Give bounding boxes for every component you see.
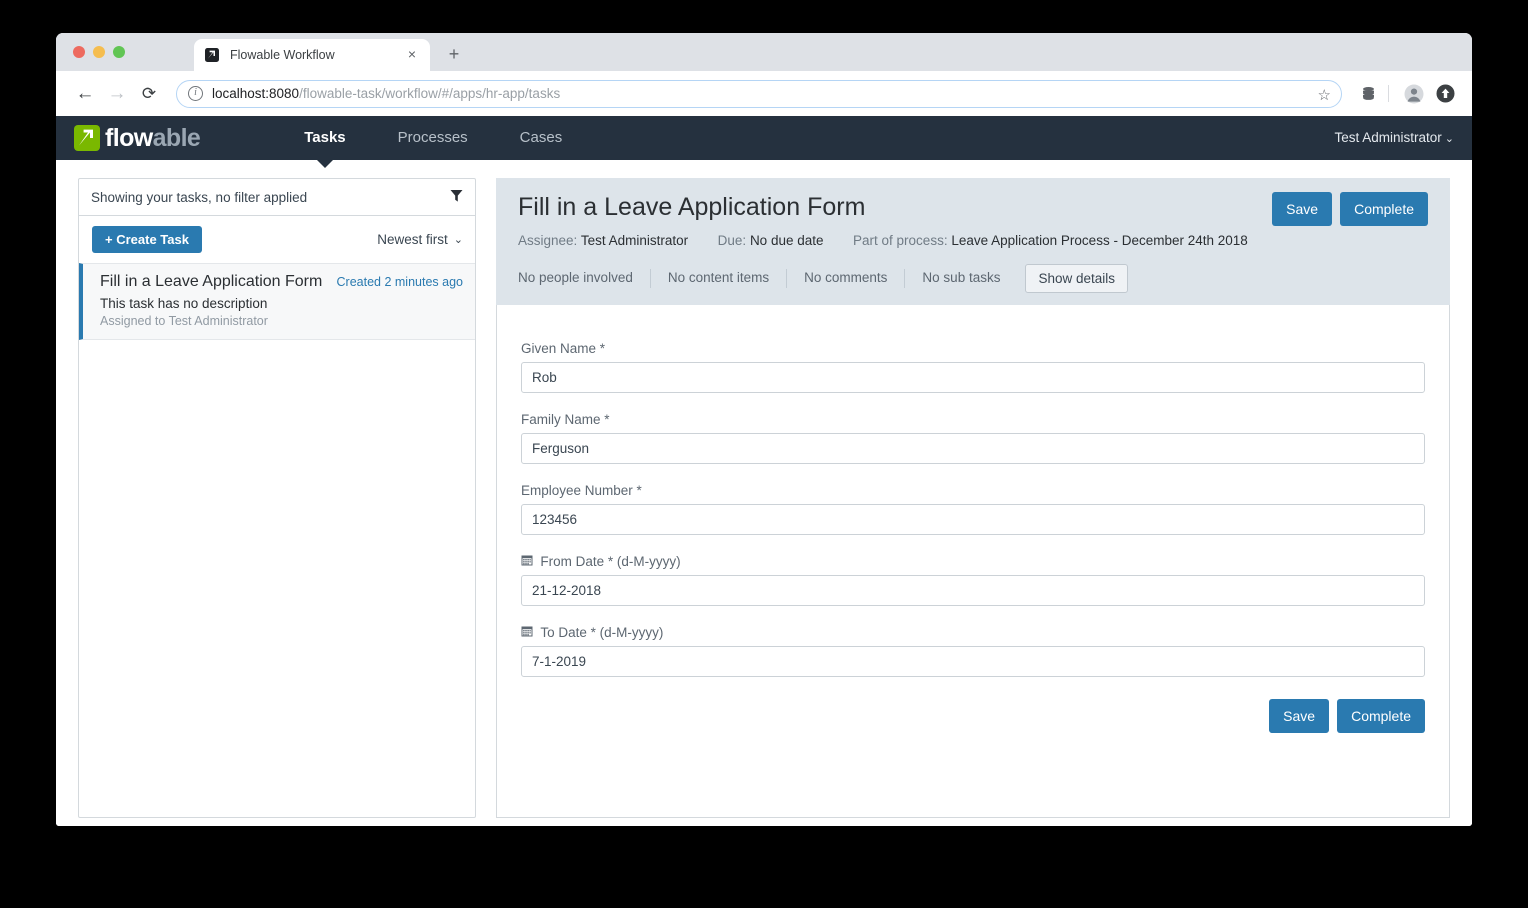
minimize-window-button[interactable] xyxy=(93,46,105,58)
window-controls xyxy=(73,46,125,58)
address-bar-url: localhost:8080/flowable-task/workflow/#/… xyxy=(212,86,560,101)
form-group-given-name: Given Name * xyxy=(521,341,1425,394)
task-list-item-assignee: Assigned to Test Administrator xyxy=(100,314,268,328)
task-form: Given Name * Family Name * Employee Numb… xyxy=(496,305,1450,818)
from-date-label: From Date * (d-M-yyyy) xyxy=(521,554,1425,569)
close-tab-icon[interactable]: × xyxy=(404,47,420,63)
chevron-down-icon: ⌄ xyxy=(1444,133,1454,145)
given-name-label: Given Name * xyxy=(521,341,606,357)
database-stack-icon[interactable] xyxy=(1355,81,1381,107)
calendar-icon xyxy=(521,626,536,640)
chevron-down-icon: ⌄ xyxy=(453,234,463,246)
nav-link-tasks[interactable]: Tasks xyxy=(278,116,371,168)
tab-comments[interactable]: No comments xyxy=(787,269,906,288)
profile-avatar-icon[interactable] xyxy=(1401,81,1427,107)
bookmark-star-icon[interactable]: ☆ xyxy=(1318,86,1331,104)
app-navbar: flowable Tasks Processes Cases Test Admi… xyxy=(56,116,1472,168)
new-tab-button[interactable]: + xyxy=(444,45,464,65)
update-arrow-icon[interactable] xyxy=(1432,81,1458,107)
site-info-icon[interactable]: i xyxy=(188,86,203,101)
complete-button-bottom[interactable]: Complete xyxy=(1337,699,1425,734)
nav-link-processes[interactable]: Processes xyxy=(372,116,494,160)
task-list-item-created: Created 2 minutes ago xyxy=(336,275,463,289)
tab-content-items[interactable]: No content items xyxy=(651,269,788,288)
process-label: Part of process: xyxy=(853,232,948,248)
due-value: No due date xyxy=(749,232,824,248)
from-date-label-text: From Date * (d-M-yyyy) xyxy=(540,554,681,570)
task-list-actions: + Create Task Newest first ⌄ xyxy=(79,216,475,263)
sort-order-dropdown[interactable]: Newest first ⌄ xyxy=(377,232,463,247)
from-date-input[interactable] xyxy=(521,575,1425,607)
employee-number-input[interactable] xyxy=(521,504,1425,536)
form-group-employee-number: Employee Number * xyxy=(521,483,1425,536)
to-date-label: To Date * (d-M-yyyy) xyxy=(521,625,1425,640)
family-name-input[interactable] xyxy=(521,433,1425,465)
form-group-to-date: To Date * (d-M-yyyy) xyxy=(521,625,1425,678)
task-filter-bar[interactable]: Showing your tasks, no filter applied xyxy=(79,179,475,216)
form-group-family-name: Family Name * xyxy=(521,412,1425,465)
form-group-from-date: From Date * (d-M-yyyy) xyxy=(521,554,1425,607)
filter-funnel-icon[interactable] xyxy=(450,189,463,206)
task-filter-label: Showing your tasks, no filter applied xyxy=(91,189,308,205)
nav-link-cases[interactable]: Cases xyxy=(494,116,589,160)
employee-number-label: Employee Number * xyxy=(521,483,642,499)
maximize-window-button[interactable] xyxy=(113,46,125,58)
back-button[interactable]: ← xyxy=(70,79,100,109)
url-path: /flowable-task/workflow/#/apps/hr-app/ta… xyxy=(299,86,561,101)
task-list-item-description: This task has no description xyxy=(100,296,268,311)
save-button-top[interactable]: Save xyxy=(1272,192,1333,227)
url-host: localhost:8080 xyxy=(212,86,300,101)
logo-text-secondary: able xyxy=(152,124,201,152)
given-name-input[interactable] xyxy=(521,362,1425,394)
complete-button-top[interactable]: Complete xyxy=(1340,192,1428,227)
task-detail-actions: Save Complete xyxy=(1272,192,1428,227)
to-date-label-text: To Date * (d-M-yyyy) xyxy=(540,625,664,641)
user-menu-label: Test Administrator xyxy=(1334,130,1442,145)
close-window-button[interactable] xyxy=(73,46,85,58)
forward-button[interactable]: → xyxy=(102,79,132,109)
flowable-favicon-icon xyxy=(204,47,220,63)
user-menu[interactable]: Test Administrator ⌄ xyxy=(1334,116,1454,161)
reload-button[interactable]: ⟳ xyxy=(134,79,164,109)
assignee-value: Test Administrator xyxy=(580,232,689,248)
process-value: Leave Application Process - December 24t… xyxy=(951,232,1248,248)
task-list-item-name: Fill in a Leave Application Form xyxy=(100,273,323,290)
form-actions: Save Complete xyxy=(521,699,1425,734)
show-details-button[interactable]: Show details xyxy=(1025,264,1129,294)
flowable-app: flowable Tasks Processes Cases Test Admi… xyxy=(56,116,1472,826)
flowable-logo-icon xyxy=(74,125,100,151)
browser-window: Flowable Workflow × + ← → ⟳ i localhost:… xyxy=(56,33,1472,826)
create-task-button[interactable]: + Create Task xyxy=(92,226,202,253)
to-date-input[interactable] xyxy=(521,646,1425,678)
assignee-label: Assignee: xyxy=(518,232,578,248)
browser-tab-strip: Flowable Workflow × + xyxy=(56,33,1472,71)
task-detail-panel: Fill in a Leave Application Form Assigne… xyxy=(496,178,1450,818)
sort-order-label: Newest first xyxy=(377,232,448,247)
save-button-bottom[interactable]: Save xyxy=(1269,699,1330,734)
task-list-item-header: Fill in a Leave Application Form Created… xyxy=(100,273,463,291)
flowable-logo[interactable]: flowable xyxy=(74,123,201,153)
task-detail-meta: Assignee: Test Administrator Due: No due… xyxy=(518,231,1428,251)
task-detail-header: Fill in a Leave Application Form Assigne… xyxy=(496,178,1450,306)
calendar-icon xyxy=(521,555,536,569)
tab-sub-tasks[interactable]: No sub tasks xyxy=(905,269,1017,288)
address-bar[interactable]: i localhost:8080/flowable-task/workflow/… xyxy=(176,79,1342,108)
flowable-logo-text: flowable xyxy=(105,124,201,152)
browser-tab-title: Flowable Workflow xyxy=(230,48,335,62)
task-list-item[interactable]: Fill in a Leave Application Form Created… xyxy=(79,263,475,340)
tab-people-involved[interactable]: No people involved xyxy=(518,269,651,288)
family-name-label: Family Name * xyxy=(521,412,610,428)
toolbar-divider xyxy=(1388,85,1389,102)
task-list-panel: Showing your tasks, no filter applied + … xyxy=(78,178,476,818)
task-detail-tabs: No people involved No content items No c… xyxy=(518,264,1428,305)
browser-tab[interactable]: Flowable Workflow × xyxy=(194,39,430,71)
due-label: Due: xyxy=(717,232,747,248)
logo-text-primary: flow xyxy=(105,124,153,152)
app-content: Showing your tasks, no filter applied + … xyxy=(56,160,1472,826)
browser-toolbar: ← → ⟳ i localhost:8080/flowable-task/wor… xyxy=(56,71,1472,116)
app-nav-links: Tasks Processes Cases xyxy=(278,116,589,168)
